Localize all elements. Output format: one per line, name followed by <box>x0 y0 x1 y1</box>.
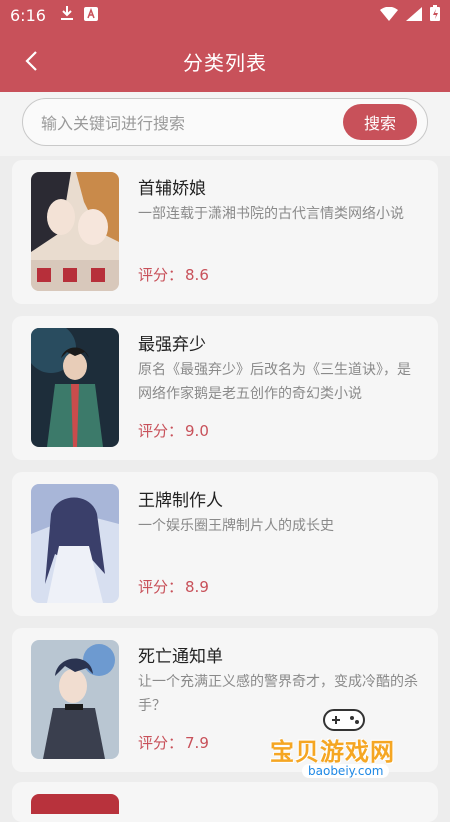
battery-icon <box>430 5 440 25</box>
rating-label: 评分： <box>138 266 184 284</box>
site-watermark: 宝贝游戏网 baobeiy.com <box>270 704 430 784</box>
status-bar: 6:16 <box>0 0 450 30</box>
search-area: 搜索 <box>0 92 450 156</box>
page-title: 分类列表 <box>183 50 267 75</box>
rating-value: 9.0 <box>185 422 209 440</box>
download-icon <box>60 5 74 25</box>
book-card[interactable]: 最强弃少 原名《最强弃少》后改名为《三生道诀》，是网络作家鹅是老五创作的奇幻类小… <box>12 316 438 460</box>
rating-label: 评分： <box>138 422 184 440</box>
book-card[interactable]: 王牌制作人 一个娱乐圈王牌制片人的成长史 评分： 8.9 <box>12 472 438 616</box>
book-rating: 评分： 8.6 <box>138 264 209 285</box>
search-button[interactable]: 搜索 <box>343 104 417 140</box>
rating-value: 8.9 <box>185 578 209 596</box>
search-input[interactable] <box>39 99 323 147</box>
book-cover <box>31 484 119 603</box>
book-description: 一部连载于潇湘书院的古代言情类网络小说 <box>138 206 404 222</box>
book-card[interactable]: 首辅娇娘 一部连载于潇湘书院的古代言情类网络小说 评分： 8.6 <box>12 160 438 304</box>
book-title: 王牌制作人 <box>138 491 223 511</box>
book-cover <box>31 328 119 447</box>
watermark-url: baobeiy.com <box>302 764 390 778</box>
book-cover <box>31 794 119 814</box>
back-button[interactable] <box>14 44 48 78</box>
app-notification-icon <box>83 6 98 25</box>
book-title: 最强弃少 <box>138 335 206 355</box>
rating-value: 7.9 <box>185 734 209 752</box>
rating-label: 评分： <box>138 578 184 596</box>
book-rating: 评分： 9.0 <box>138 420 209 441</box>
book-title: 死亡通知单 <box>138 647 223 667</box>
book-rating: 评分： 8.9 <box>138 576 209 597</box>
rating-value: 8.6 <box>185 266 209 284</box>
watermark-name: 宝贝游戏网 <box>270 738 395 766</box>
book-rating: 评分： 7.9 <box>138 732 209 753</box>
book-description: 一个娱乐圈王牌制片人的成长史 <box>138 518 334 534</box>
app-bar: 分类列表 <box>0 30 450 92</box>
book-card-partial[interactable] <box>12 782 438 822</box>
gamepad-icon <box>323 709 365 731</box>
book-list: 首辅娇娘 一部连载于潇湘书院的古代言情类网络小说 评分： 8.6 最强弃少 原名《… <box>12 156 438 784</box>
book-cover <box>31 640 119 759</box>
search-box: 搜索 <box>22 98 428 147</box>
book-title: 首辅娇娘 <box>138 179 206 199</box>
signal-icon <box>406 6 422 25</box>
book-cover <box>31 172 119 291</box>
book-description: 原名《最强弃少》后改名为《三生道诀》，是网络作家鹅是老五创作的奇幻类小说 <box>138 362 411 402</box>
wifi-icon <box>380 6 398 25</box>
chevron-left-icon <box>25 51 37 71</box>
rating-label: 评分： <box>138 734 184 752</box>
status-time: 6:16 <box>10 5 46 25</box>
